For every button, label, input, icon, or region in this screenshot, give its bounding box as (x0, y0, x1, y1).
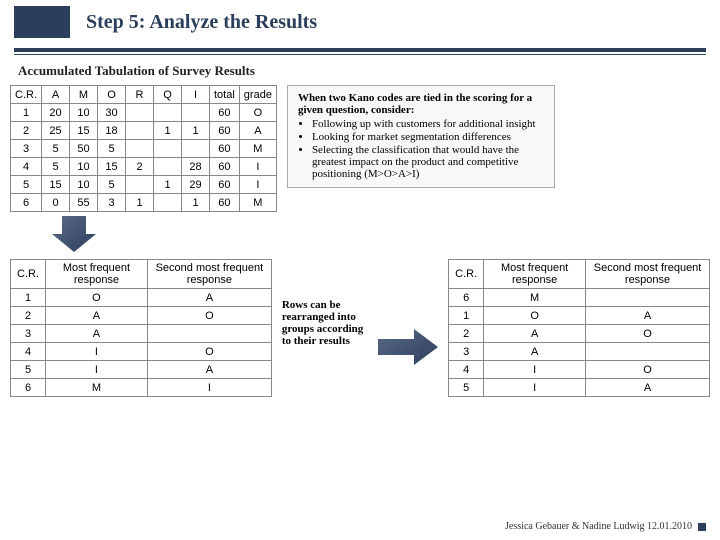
footer-dot-icon (698, 523, 706, 531)
down-arrow-icon (52, 216, 720, 257)
header: Step 5: Analyze the Results (0, 0, 720, 38)
table-row: 51510512960I (11, 176, 277, 194)
table-row: 3A (11, 325, 272, 343)
table-row: 2AO (449, 325, 710, 343)
section-subtitle: Accumulated Tabulation of Survey Results (18, 63, 720, 79)
right-arrow-icon (378, 259, 438, 370)
col-header: C.R. (11, 260, 46, 289)
right-result-table: C.R.Most frequent responseSecond most fr… (448, 259, 710, 397)
info-lead: When two Kano codes are tied in the scor… (298, 92, 532, 116)
col-header: Most frequent response (46, 260, 148, 289)
footer-credit: Jessica Gebauer & Nadine Ludwig 12.01.20… (505, 521, 706, 532)
col-header: Most frequent response (484, 260, 586, 289)
col-header: M (70, 86, 98, 104)
divider (14, 48, 706, 55)
page-title: Step 5: Analyze the Results (86, 11, 317, 34)
rearrange-note: Rows can be rearranged into groups accor… (282, 259, 368, 347)
table-row: 2AO (11, 307, 272, 325)
table-row: 6M (449, 289, 710, 307)
col-header: Q (154, 86, 182, 104)
col-header: total (210, 86, 240, 104)
col-header: C.R. (11, 86, 42, 104)
table-row: 5IA (11, 361, 272, 379)
table-row: 120103060O (11, 104, 277, 122)
col-header: Second most frequent response (147, 260, 271, 289)
table-row: 45101522860I (11, 158, 277, 176)
col-header: O (98, 86, 126, 104)
table-row: 605531160M (11, 194, 277, 212)
info-bullet: Following up with customers for addition… (312, 118, 544, 130)
col-header: grade (239, 86, 276, 104)
table-row: 4IO (11, 343, 272, 361)
info-bullet: Looking for market segmentation differen… (312, 131, 544, 143)
table-row: 3550560M (11, 140, 277, 158)
table-row: 5IA (449, 379, 710, 397)
table-row: 1OA (11, 289, 272, 307)
col-header: Second most frequent response (586, 260, 710, 289)
info-bullet: Selecting the classification that would … (312, 144, 544, 180)
col-header: C.R. (449, 260, 484, 289)
col-header: A (42, 86, 70, 104)
info-callout: When two Kano codes are tied in the scor… (287, 85, 555, 188)
col-header: R (126, 86, 154, 104)
col-header: I (182, 86, 210, 104)
table-row: 4IO (449, 361, 710, 379)
main-tabulation-table: C.R.AMORQItotalgrade 120103060O225151811… (10, 85, 277, 212)
table-row: 6MI (11, 379, 272, 397)
logo-box (14, 6, 70, 38)
left-result-table: C.R.Most frequent responseSecond most fr… (10, 259, 272, 397)
table-row: 3A (449, 343, 710, 361)
table-row: 22515181160A (11, 122, 277, 140)
table-row: 1OA (449, 307, 710, 325)
